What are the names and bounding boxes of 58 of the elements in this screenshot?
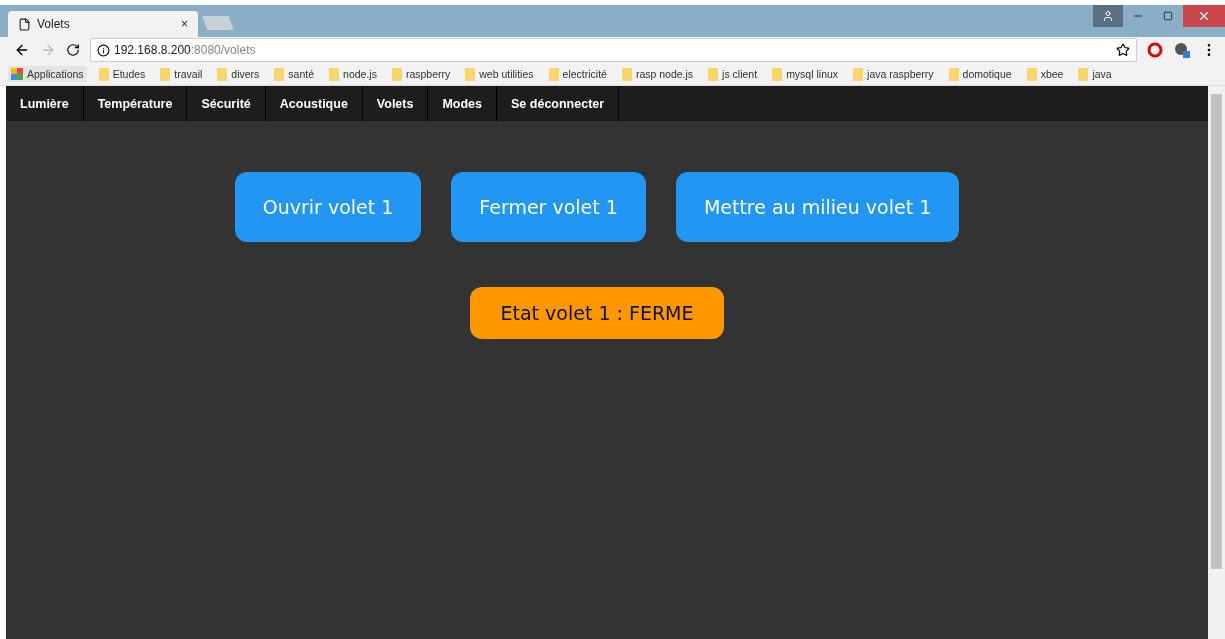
back-icon[interactable] bbox=[14, 42, 30, 58]
browser-tab[interactable]: Volets × bbox=[8, 11, 198, 37]
tab-title: Volets bbox=[37, 17, 70, 31]
bookmark-item[interactable]: java raspberry bbox=[850, 65, 937, 83]
nav-link[interactable]: Volets bbox=[362, 86, 429, 121]
folder-icon bbox=[948, 67, 959, 81]
bookmark-item[interactable]: rasp node.js bbox=[618, 65, 697, 83]
folder-icon bbox=[548, 67, 559, 81]
folder-icon bbox=[217, 67, 228, 81]
bookmark-item[interactable]: js client bbox=[705, 65, 761, 83]
ring-extension-icon[interactable] bbox=[1147, 42, 1163, 58]
scrollbar[interactable] bbox=[1208, 86, 1225, 639]
folder-icon bbox=[465, 67, 476, 81]
bookmark-item[interactable]: santé bbox=[271, 65, 318, 83]
folder-icon bbox=[772, 67, 783, 81]
bookmark-item[interactable]: mysql linux bbox=[769, 65, 842, 83]
reload-icon[interactable] bbox=[66, 43, 80, 57]
apps-grid-icon bbox=[11, 68, 23, 80]
bookmark-item[interactable]: Etudes bbox=[95, 65, 149, 83]
folder-icon bbox=[160, 67, 171, 81]
folder-icon bbox=[391, 67, 402, 81]
bookmark-item[interactable]: xbee bbox=[1023, 65, 1067, 83]
bookmark-item[interactable]: java bbox=[1075, 65, 1115, 83]
profile-button[interactable] bbox=[1093, 5, 1123, 27]
url-host: 192.168.8.200 bbox=[114, 43, 191, 57]
url-path: :8080/volets bbox=[190, 43, 256, 57]
nav-link[interactable]: Lumière bbox=[6, 86, 84, 121]
extension-icon[interactable] bbox=[1173, 41, 1191, 59]
info-icon[interactable] bbox=[97, 43, 110, 57]
folder-icon bbox=[1026, 67, 1037, 81]
tab-close-button[interactable]: × bbox=[181, 17, 188, 31]
person-icon bbox=[1102, 10, 1114, 22]
bookmark-item[interactable]: divers bbox=[214, 65, 263, 83]
folder-icon bbox=[708, 67, 719, 81]
nav-link[interactable]: Se déconnecter bbox=[497, 86, 620, 121]
bookmark-item[interactable]: web utilities bbox=[462, 65, 537, 83]
close-icon bbox=[1197, 9, 1211, 23]
nav-link[interactable]: Acoustique bbox=[265, 86, 363, 121]
folder-icon bbox=[329, 67, 340, 81]
folder-icon bbox=[274, 67, 285, 81]
address-field[interactable]: 192.168.8.200:8080/volets bbox=[90, 38, 1137, 62]
bookmark-item[interactable]: domotique bbox=[945, 65, 1015, 83]
folder-icon bbox=[853, 67, 864, 81]
bookmark-item[interactable]: raspberry bbox=[388, 65, 454, 83]
bookmark-item[interactable]: electricité bbox=[545, 65, 610, 83]
bookmark-item[interactable]: travail bbox=[157, 65, 206, 83]
bookmark-item[interactable]: Applications bbox=[8, 66, 87, 82]
folder-icon bbox=[1078, 67, 1089, 81]
nav-link[interactable]: Modes bbox=[428, 86, 498, 121]
nav-link[interactable]: Température bbox=[83, 86, 188, 121]
shutter-status: Etat volet 1 : FERME bbox=[470, 287, 724, 339]
folder-icon bbox=[98, 67, 109, 81]
nav-link[interactable]: Sécurité bbox=[187, 86, 266, 121]
maximize-icon bbox=[1163, 11, 1173, 21]
bookmark-item[interactable]: node.js bbox=[326, 65, 380, 83]
page-icon bbox=[18, 17, 31, 31]
star-icon[interactable] bbox=[1116, 43, 1130, 57]
folder-icon bbox=[621, 67, 632, 81]
